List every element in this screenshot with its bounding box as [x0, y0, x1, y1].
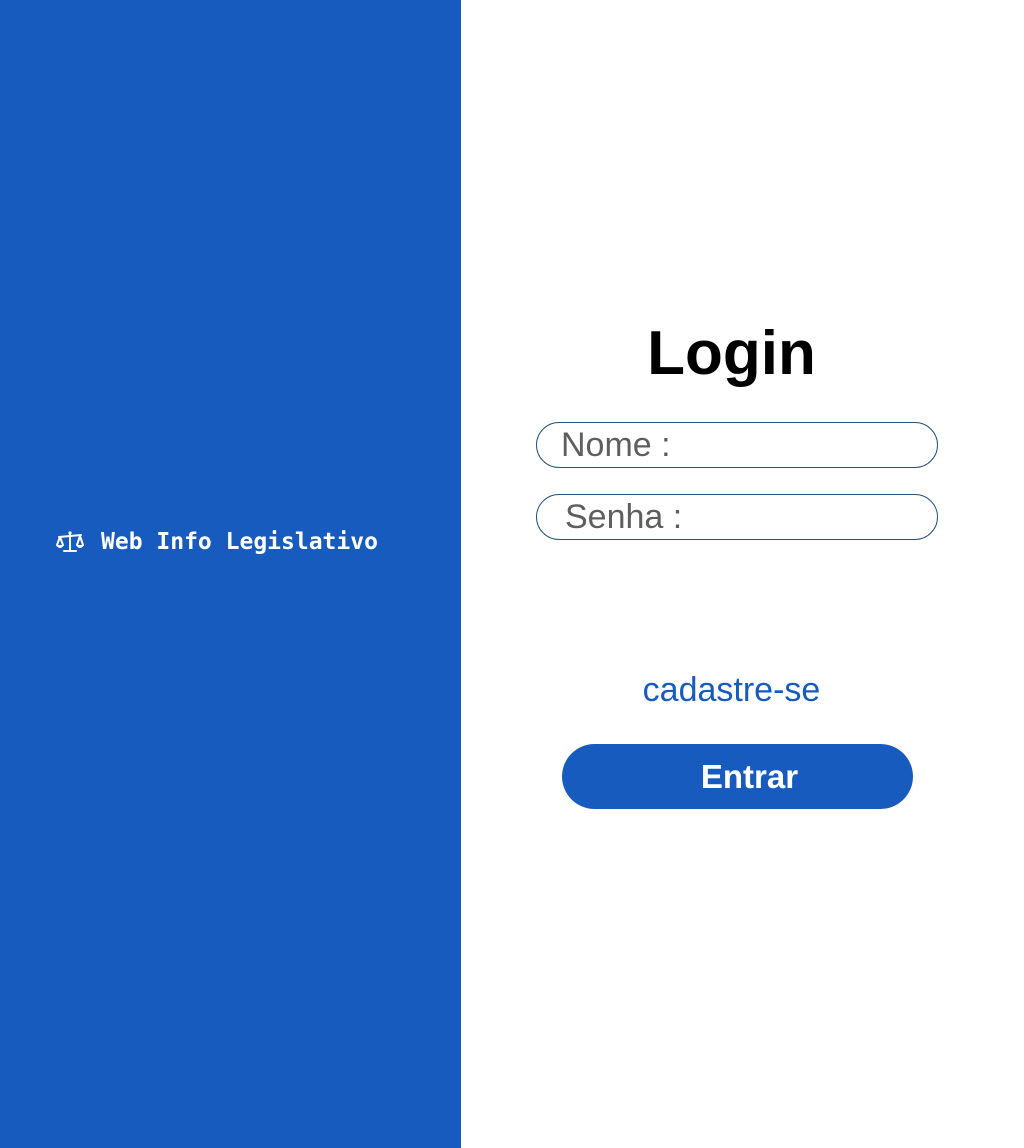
login-button[interactable]: Entrar: [562, 744, 913, 809]
signup-link[interactable]: cadastre-se: [461, 668, 1002, 712]
brand-name: Web Info Legislativo: [101, 529, 378, 555]
scale-icon: [55, 530, 85, 554]
password-input[interactable]: [537, 495, 937, 539]
brand-logo: Web Info Legislativo: [55, 526, 378, 558]
name-field-wrapper: [536, 422, 938, 468]
login-page: Web Info Legislativo Login cadastre-se E…: [0, 0, 1024, 1148]
password-field-wrapper: [536, 494, 938, 540]
brand-panel: Web Info Legislativo: [0, 0, 461, 1148]
page-title: Login: [647, 319, 816, 388]
name-input[interactable]: [537, 423, 937, 467]
login-panel: [461, 0, 1024, 1148]
